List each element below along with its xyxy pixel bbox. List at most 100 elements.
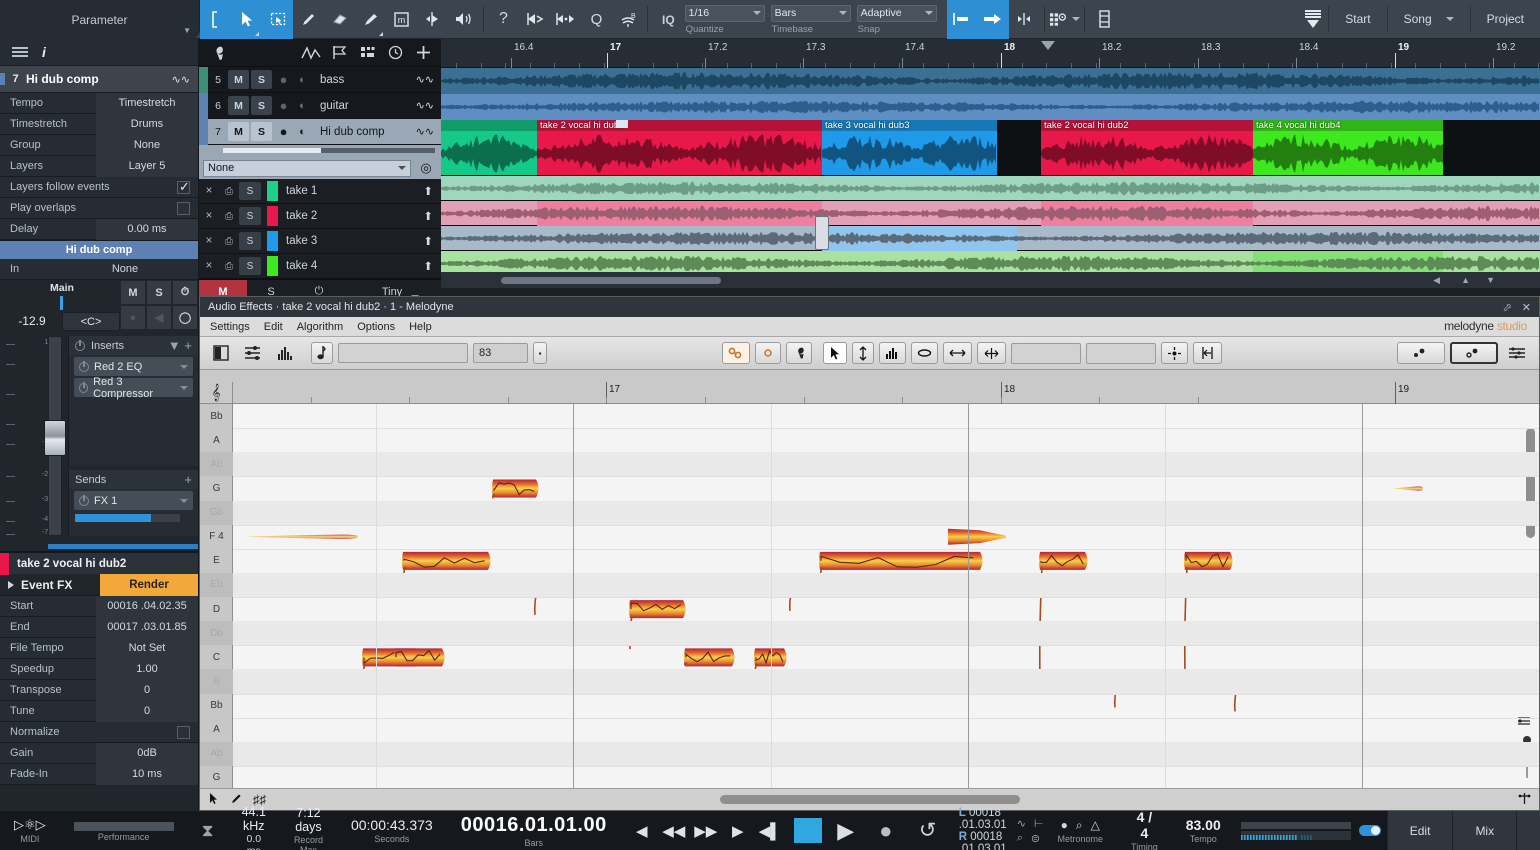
pitch-key-Ab[interactable]: Ab — [200, 452, 233, 476]
timebase-control[interactable]: Bars Timebase — [771, 5, 851, 35]
event-value[interactable]: 0dB — [96, 743, 198, 764]
marker-icon[interactable] — [325, 39, 353, 67]
zoom-in-icon[interactable]: ▲ — [1461, 275, 1470, 285]
track-header-hi-dub-comp[interactable]: 7 M S ● ◐ Hi dub comp ∿∿ — [199, 119, 441, 145]
quantize-control[interactable]: 1/16 Quantize — [685, 5, 765, 35]
contrast-icon[interactable] — [208, 342, 234, 364]
zoom-fit-icon[interactable] — [1161, 342, 1188, 364]
take-solo-button[interactable]: S — [239, 182, 261, 200]
blob-sel-icon[interactable] — [1450, 342, 1498, 364]
param-row-play-overlaps[interactable]: Play overlaps — [0, 198, 198, 219]
loop-icon[interactable]: ↺ — [913, 818, 943, 843]
param-value[interactable]: Drums — [96, 114, 198, 135]
sliders-icon[interactable] — [239, 342, 267, 364]
pan-value[interactable]: <C> — [62, 312, 120, 331]
pitch-key-A[interactable]: A — [200, 718, 233, 742]
metronome-control[interactable]: ● ⌕ △ Metronome — [1044, 818, 1118, 844]
master-meter-toggle[interactable] — [1359, 825, 1381, 836]
normalize-checkbox[interactable] — [177, 726, 190, 739]
pitch-key-E[interactable]: E — [200, 549, 233, 573]
bars-display[interactable]: 00016.01.01.00 Bars — [447, 814, 621, 848]
lane-select[interactable]: None — [203, 160, 411, 177]
melodyne-ruler[interactable]: 171819 — [233, 382, 1539, 404]
lane-record-icon[interactable]: ◎ — [415, 160, 437, 177]
pitch-tool-icon[interactable] — [722, 342, 750, 364]
take-delete-icon[interactable]: × — [199, 235, 219, 247]
note-blob[interactable] — [394, 648, 445, 666]
main-output-label[interactable]: Main — [22, 282, 102, 294]
click-icon[interactable]: ● — [1061, 818, 1068, 832]
event-row-end[interactable]: End 00017 .03.01.85 — [0, 617, 198, 638]
melodyne-editor[interactable]: BbAAbGGbF 4EEbDDbCBBbAAbG — [200, 404, 1539, 788]
param-row-layers[interactable]: Layers Layer 5 — [0, 156, 198, 177]
event-value[interactable]: 00017 .03.01.85 — [96, 617, 198, 638]
insert-slot-1[interactable]: Red 2 EQ — [74, 357, 193, 376]
metronome-icon[interactable]: △ — [1091, 818, 1100, 832]
left-locator[interactable]: L 00018 .01.03.01 — [959, 807, 1007, 831]
blob-view-icon[interactable] — [1397, 342, 1445, 364]
inspector-track-title[interactable]: 7 Hi dub comp ∿∿ — [0, 66, 198, 93]
arrange-take-lane-1[interactable] — [441, 176, 1540, 201]
horizontal-scroll-thumb[interactable] — [720, 795, 1020, 804]
event-row-speedup[interactable]: Speedup 1.00 — [0, 659, 198, 680]
tempo-field[interactable]: 83 — [473, 343, 528, 363]
arrange-take-lane-2[interactable] — [441, 201, 1540, 226]
play-icon[interactable]: ▶ — [831, 818, 861, 844]
zoom-fit-icon[interactable]: ▼ — [1486, 275, 1495, 285]
maximize-icon[interactable]: ⬀ — [1503, 301, 1512, 314]
fastforward-icon[interactable]: ▶▶ — [691, 822, 721, 840]
note-blob[interactable] — [1039, 552, 1088, 681]
select-tool[interactable] — [262, 0, 293, 39]
record-arm-icon[interactable]: ● — [274, 122, 293, 141]
take-promote-icon[interactable]: ⬆ — [423, 234, 441, 248]
pan-indicator[interactable] — [60, 296, 63, 310]
download-icon[interactable] — [1297, 0, 1328, 39]
histogram-icon[interactable] — [272, 342, 298, 364]
timeline-ruler[interactable]: 16.41717.217.317.41818.218.318.41919.2 — [441, 39, 1540, 68]
take-delete-icon[interactable]: × — [199, 185, 219, 197]
pitch-key-Eb[interactable]: Eb — [200, 573, 233, 597]
note-blob[interactable] — [948, 529, 1006, 545]
monitor-icon[interactable]: ◐ — [293, 70, 312, 89]
clef-icon[interactable]: 𝄞 — [200, 382, 233, 404]
track-mute-button[interactable]: M — [228, 70, 249, 89]
performance-meter[interactable]: Performance — [60, 820, 188, 842]
rewind-icon[interactable]: ◀◀ — [659, 822, 689, 840]
audio-clip[interactable]: take 2 vocal hi dub2 — [1041, 120, 1253, 175]
note-blob[interactable] — [684, 648, 735, 666]
formant-icon[interactable] — [911, 342, 938, 364]
param-row-group[interactable]: Group None — [0, 135, 198, 156]
tool-option-field-2[interactable] — [1086, 343, 1156, 364]
take-duplicate-icon[interactable]: ⎙ — [219, 186, 239, 197]
locators[interactable]: L 00018 .01.03.01 R 00018 .01.03.01 — [949, 807, 1017, 850]
menu-help[interactable]: Help — [409, 321, 432, 333]
take-row-1[interactable]: × ⎙ S take 1 ⬆ — [199, 179, 441, 204]
param-row-layers-follow[interactable]: Layers follow events — [0, 177, 198, 198]
snap-select[interactable]: Adaptive — [857, 5, 937, 22]
monitor-icon[interactable]: ◀ — [146, 305, 172, 330]
event-row-tune[interactable]: Tune 0 — [0, 701, 198, 722]
event-value[interactable]: Not Set — [96, 638, 198, 659]
menu-edit[interactable]: Edit — [264, 321, 283, 333]
arrow-tool[interactable] — [231, 0, 262, 39]
record-max-display[interactable]: 7:12 days Record Max — [280, 806, 337, 850]
listen-tool[interactable] — [448, 0, 479, 39]
param-row-delay[interactable]: Delay 0.00 ms — [0, 219, 198, 240]
event-value[interactable]: 1.00 — [96, 659, 198, 680]
sends-add-icon[interactable]: + — [184, 472, 192, 487]
mix-button[interactable]: Mix — [1452, 811, 1516, 850]
iq-label[interactable]: IQ — [656, 13, 685, 27]
info-icon[interactable]: i — [42, 44, 46, 60]
take-solo-button[interactable]: S — [239, 207, 261, 225]
power-icon[interactable] — [79, 496, 89, 506]
channel-solo-button[interactable]: S — [146, 280, 172, 305]
bend-split-icon[interactable] — [550, 0, 581, 39]
note-blob[interactable] — [492, 479, 539, 498]
volume-value[interactable]: -12.9 — [4, 314, 60, 328]
punch-icon[interactable]: ⊜ — [1031, 832, 1040, 845]
pitch-key-Db[interactable]: Db — [200, 621, 233, 645]
send-level-slider[interactable] — [75, 514, 180, 522]
time-handle-icon[interactable] — [977, 342, 1006, 364]
param-row-tempo[interactable]: Tempo Timestretch — [0, 93, 198, 114]
main-tool-icon[interactable] — [823, 342, 847, 364]
